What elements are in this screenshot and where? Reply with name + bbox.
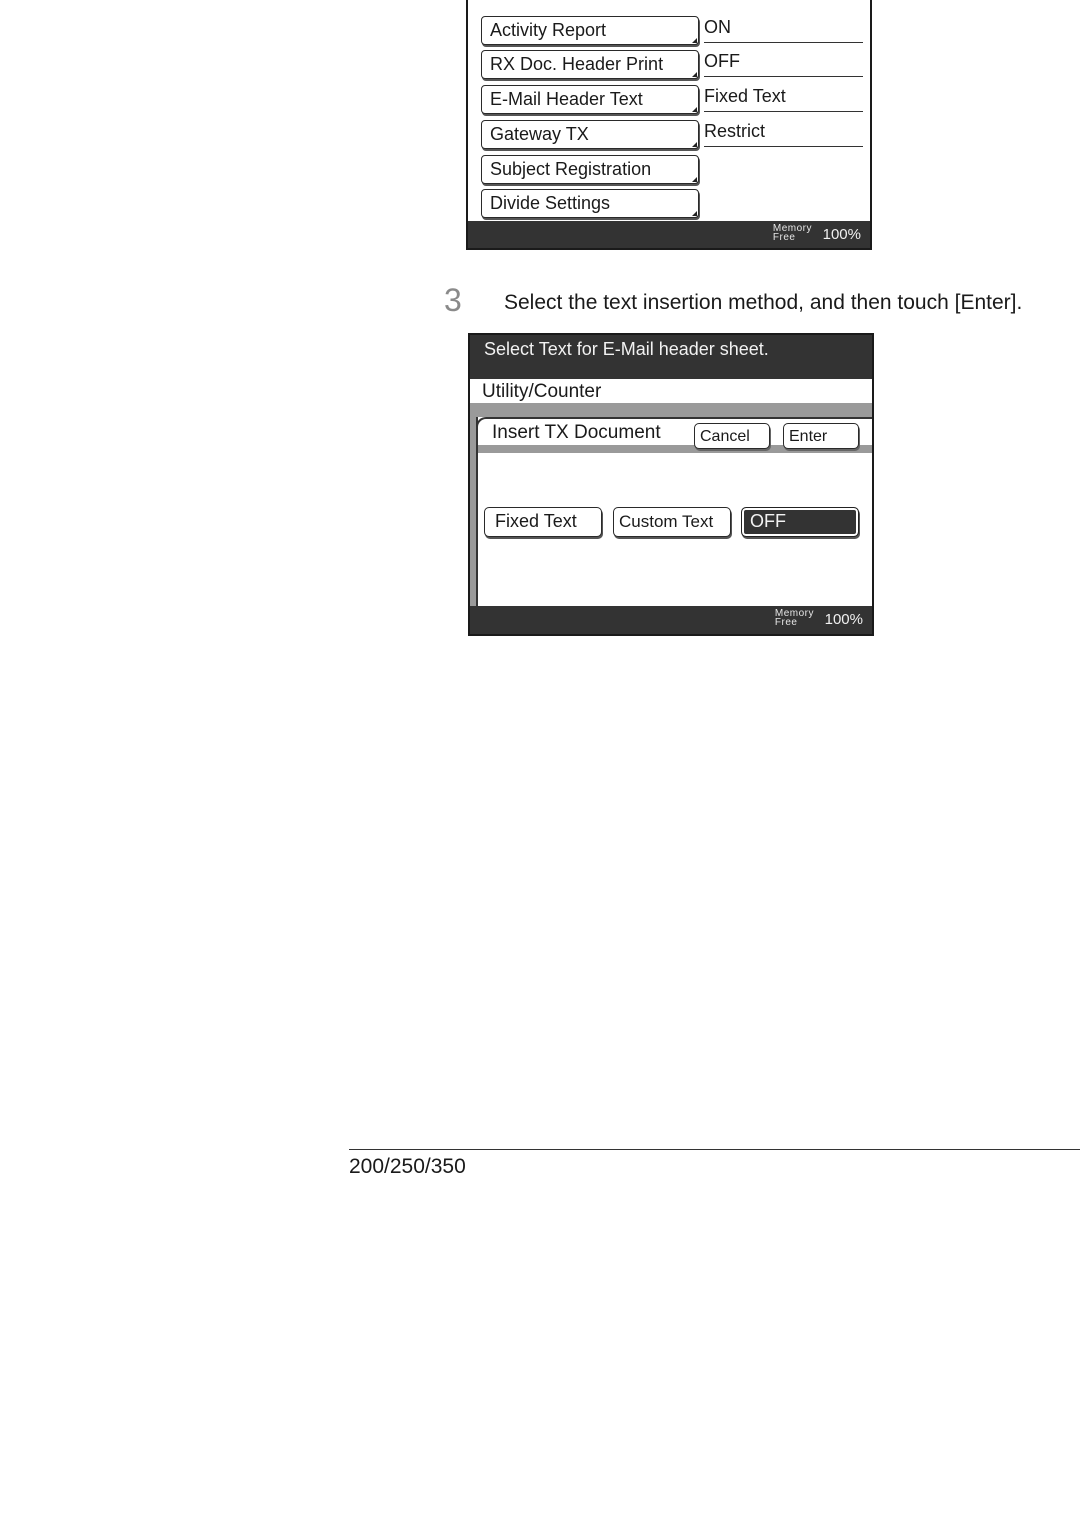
button-label: Divide Settings — [490, 193, 611, 213]
custom-text-option[interactable]: Custom Text — [613, 507, 731, 537]
memory-free-value: 100% — [824, 611, 863, 628]
memory-free-label: Memory Free — [774, 608, 814, 628]
memory-free-label: Memory Free — [772, 223, 812, 243]
setting-row-email-header-text: E-Mail Header Text Fixed Text — [481, 85, 863, 114]
corner-marker-icon — [692, 142, 697, 147]
insert-tx-document-panel: Select Text for E-Mail header sheet. Uti… — [468, 333, 874, 636]
divide-settings-button[interactable]: Divide Settings — [481, 189, 699, 218]
gateway-tx-button[interactable]: Gateway TX — [481, 120, 699, 149]
button-label: RX Doc. Header Print — [490, 54, 664, 74]
activity-report-button[interactable]: Activity Report — [481, 16, 699, 45]
enter-button[interactable]: Enter — [783, 423, 859, 449]
button-label: E-Mail Header Text — [490, 89, 643, 109]
status-bar: Memory Free 100% — [468, 221, 870, 248]
off-option-selected[interactable]: OFF — [741, 507, 859, 537]
step-number: 3 — [444, 282, 462, 318]
corner-marker-icon — [692, 177, 697, 182]
subject-registration-button[interactable]: Subject Registration — [481, 155, 699, 184]
section-title: Insert TX Document — [492, 422, 661, 443]
cancel-button[interactable]: Cancel — [694, 423, 770, 449]
button-label: Gateway TX — [490, 124, 589, 144]
footer-divider — [349, 1149, 1080, 1150]
footer-model: 200/250/350 — [349, 1155, 466, 1178]
setting-row-activity-report: Activity Report ON — [481, 16, 863, 45]
fixed-text-option[interactable]: Fixed Text — [484, 507, 602, 537]
corner-marker-icon — [692, 72, 697, 77]
setting-row-gateway-tx: Gateway TX Restrict — [481, 120, 863, 149]
activity-report-value: ON — [704, 16, 863, 43]
email-header-text-value: Fixed Text — [704, 85, 863, 112]
step-instruction: Select the text insertion method, and th… — [504, 291, 1023, 314]
breadcrumb: Utility/Counter — [470, 379, 872, 403]
setting-row-subject-registration: Subject Registration — [481, 155, 863, 184]
gateway-tx-value: Restrict — [704, 120, 863, 147]
rx-doc-header-print-value: OFF — [704, 50, 863, 77]
button-label: Subject Registration — [490, 159, 652, 179]
button-label: Activity Report — [490, 20, 607, 40]
message-bar: Select Text for E-Mail header sheet. — [470, 335, 872, 379]
setting-row-divide-settings: Divide Settings — [481, 189, 863, 218]
status-bar: Memory Free 100% — [470, 606, 872, 634]
corner-marker-icon — [692, 38, 697, 43]
settings-panel: Activity Report ON RX Doc. Header Print … — [466, 0, 872, 250]
rx-doc-header-print-button[interactable]: RX Doc. Header Print — [481, 50, 699, 79]
setting-row-rx-doc-header-print: RX Doc. Header Print OFF — [481, 50, 863, 79]
corner-marker-icon — [692, 107, 697, 112]
email-header-text-button[interactable]: E-Mail Header Text — [481, 85, 699, 114]
divider — [470, 403, 872, 417]
memory-free-value: 100% — [822, 226, 861, 243]
corner-marker-icon — [692, 211, 697, 216]
